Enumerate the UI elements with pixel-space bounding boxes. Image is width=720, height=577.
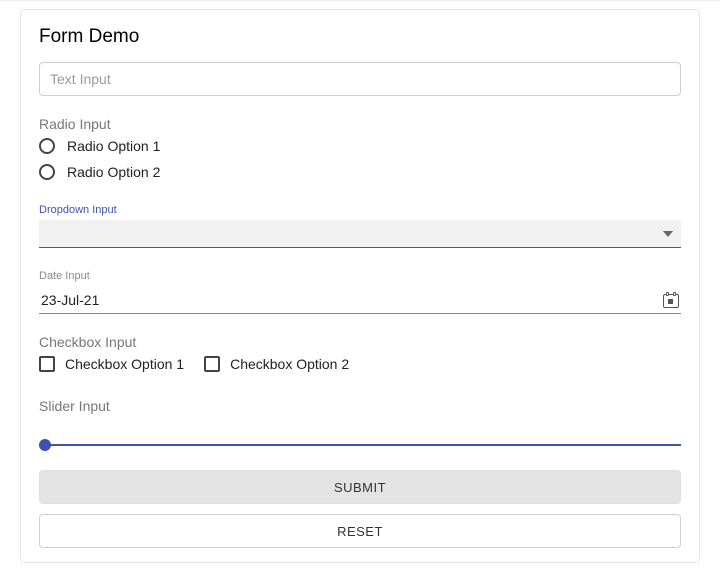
checkbox-option-label: Checkbox Option 1 bbox=[65, 356, 184, 372]
date-input[interactable]: 23-Jul-21 bbox=[39, 286, 681, 314]
radio-option-label: Radio Option 2 bbox=[67, 164, 160, 180]
dropdown-field: Dropdown Input bbox=[39, 204, 681, 248]
checkbox-icon bbox=[39, 356, 55, 372]
text-input[interactable] bbox=[39, 62, 681, 96]
checkbox-option-2[interactable]: Checkbox Option 2 bbox=[204, 356, 349, 372]
slider-thumb[interactable] bbox=[39, 439, 51, 451]
checkbox-group: Checkbox Input Checkbox Option 1 Checkbo… bbox=[39, 334, 681, 372]
calendar-icon[interactable] bbox=[663, 292, 679, 308]
form-card: Form Demo Radio Input Radio Option 1 Rad… bbox=[20, 9, 700, 563]
slider-field: Slider Input bbox=[39, 398, 681, 446]
checkbox-option-1[interactable]: Checkbox Option 1 bbox=[39, 356, 184, 372]
date-label: Date Input bbox=[39, 270, 681, 282]
radio-group: Radio Input Radio Option 1 Radio Option … bbox=[39, 116, 681, 180]
slider-track[interactable] bbox=[39, 444, 681, 446]
radio-option-label: Radio Option 1 bbox=[67, 138, 160, 154]
checkbox-icon bbox=[204, 356, 220, 372]
reset-button[interactable]: RESET bbox=[39, 514, 681, 548]
date-value: 23-Jul-21 bbox=[41, 292, 99, 308]
button-row: SUBMIT RESET bbox=[39, 470, 681, 548]
page-title: Form Demo bbox=[39, 26, 681, 48]
submit-button[interactable]: SUBMIT bbox=[39, 470, 681, 504]
radio-icon bbox=[39, 164, 55, 180]
radio-option-2[interactable]: Radio Option 2 bbox=[39, 164, 681, 180]
radio-icon bbox=[39, 138, 55, 154]
radio-label: Radio Input bbox=[39, 116, 681, 132]
date-field: Date Input 23-Jul-21 bbox=[39, 270, 681, 314]
checkbox-label: Checkbox Input bbox=[39, 334, 681, 350]
dropdown-label: Dropdown Input bbox=[39, 204, 681, 216]
slider-label: Slider Input bbox=[39, 398, 681, 414]
chevron-down-icon bbox=[663, 231, 673, 237]
dropdown-input[interactable] bbox=[39, 220, 681, 248]
radio-option-1[interactable]: Radio Option 1 bbox=[39, 138, 681, 154]
checkbox-option-label: Checkbox Option 2 bbox=[230, 356, 349, 372]
